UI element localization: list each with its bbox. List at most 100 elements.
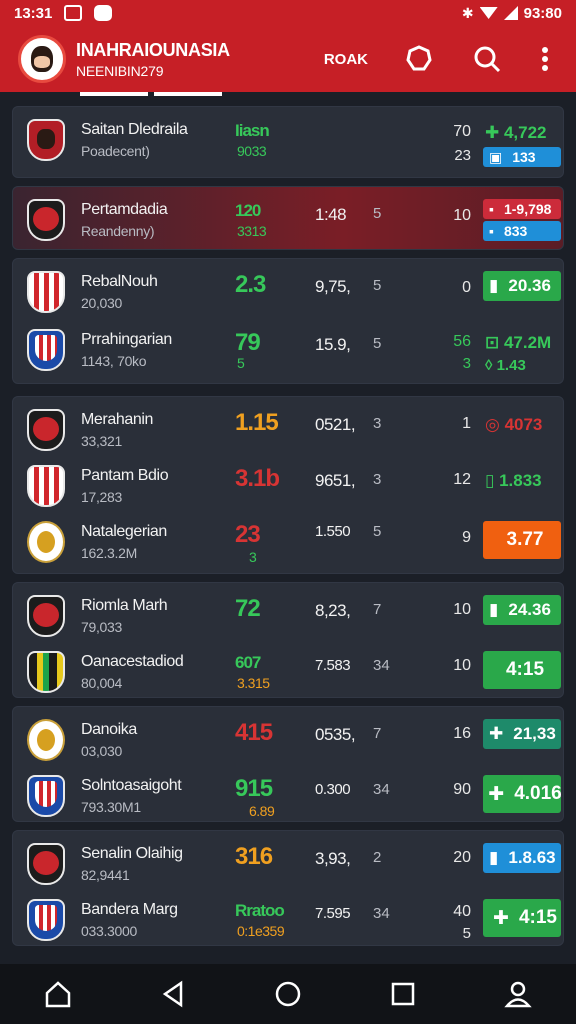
- row-metric-secondary: 7: [373, 725, 382, 742]
- shield-icon[interactable]: [404, 44, 434, 74]
- team-score: 3.1b: [235, 465, 280, 492]
- row-count: 10: [453, 657, 471, 674]
- team-score-secondary: 3313: [237, 223, 267, 239]
- team-crest-icon: [27, 119, 65, 161]
- table-row[interactable]: Merahanin 33,321 1.15 0521, 3 1 ◎ 4073: [13, 397, 563, 453]
- row-count: 10: [453, 207, 471, 224]
- team-sub: 1143, 70ko: [81, 353, 147, 369]
- row-badge: ▮ 1.8.63: [483, 843, 561, 873]
- row-count: 20: [453, 849, 471, 866]
- team-name: Pertamdadia: [81, 201, 168, 218]
- gallery-icon: [64, 5, 83, 21]
- signal-icon: [503, 6, 518, 20]
- table-row[interactable]: Solntoasaigoht 793.30M1 915 6.89 0.300 3…: [13, 763, 563, 821]
- notification-icon: [94, 5, 113, 21]
- recents-icon[interactable]: [389, 980, 417, 1008]
- row-count: 9: [462, 529, 471, 546]
- row-badge-secondary: ▪ 833: [483, 221, 561, 241]
- table-row[interactable]: Danoika 03,030 415 0535, 7 16 ✚ 21,33: [13, 707, 563, 763]
- more-vert-icon[interactable]: [540, 44, 550, 74]
- table-row[interactable]: Prrahingarian 1143, 70ko 79 5 15.9, 5 56…: [13, 317, 563, 383]
- team-sub: 80,004: [81, 675, 123, 691]
- team-name: Bandera Marg: [81, 901, 178, 918]
- team-crest-icon: [27, 465, 65, 507]
- list-card: Saitan Dledraila Poadecent) Iiasn 9033 7…: [12, 106, 564, 178]
- team-crest-icon: [27, 775, 65, 817]
- row-badge: ▪ 1-9,798: [483, 199, 561, 219]
- app-title: INAHRAIOUNASIA: [76, 39, 230, 60]
- row-metric-secondary: 2: [373, 849, 382, 866]
- row-value-secondary: ◊ 1.43: [485, 357, 526, 374]
- back-icon[interactable]: [159, 979, 187, 1009]
- row-metric: 7.595: [315, 905, 351, 922]
- team-score: Rratoo: [235, 901, 285, 920]
- row-count: 40: [453, 903, 471, 920]
- team-crest-icon: [27, 899, 65, 941]
- table-row[interactable]: Bandera Marg 033.3000 Rratoo 0:1e359 7.5…: [13, 887, 563, 945]
- table-row[interactable]: Riomla Marh 79,033 72 8,23, 7 10 ▮ 24.36: [13, 583, 563, 639]
- team-score-secondary: 9033: [237, 143, 267, 159]
- row-count: 10: [453, 601, 471, 618]
- circle-home-icon[interactable]: [273, 979, 303, 1009]
- row-metric-secondary: 5: [373, 335, 382, 352]
- row-metric-secondary: 3: [373, 471, 382, 488]
- list-card: Senalin Olaihig 82,9441 316 3,93, 2 20 ▮…: [12, 830, 564, 946]
- team-score: 915: [235, 775, 273, 802]
- table-row[interactable]: Natalegerian 162.3.2M 23 3 1.550 5 9 3.7…: [13, 509, 563, 573]
- team-score: 607: [235, 653, 261, 672]
- team-sub: 17,283: [81, 489, 123, 505]
- table-row[interactable]: Senalin Olaihig 82,9441 316 3,93, 2 20 ▮…: [13, 831, 563, 887]
- team-score: 316: [235, 843, 273, 870]
- team-score-secondary: 0:1e359: [237, 923, 285, 939]
- app-logo[interactable]: [18, 35, 66, 83]
- home-icon[interactable]: [43, 979, 73, 1009]
- app-bar: INAHRAIOUNASIA NEENIBIN279 ROAK: [0, 26, 576, 92]
- table-row[interactable]: Oanacestadiod 80,004 607 3.315 7.583 34 …: [13, 639, 563, 697]
- list-card-highlighted: Pertamdadia Reandenny) 120 3313 1:48 5 1…: [12, 186, 564, 250]
- list-card: Merahanin 33,321 1.15 0521, 3 1 ◎ 4073 P…: [12, 396, 564, 574]
- row-count: 0: [462, 279, 471, 296]
- table-row[interactable]: Saitan Dledraila Poadecent) Iiasn 9033 7…: [13, 107, 563, 177]
- team-sub: 03,030: [81, 743, 123, 759]
- row-value: ▯ 1.833: [485, 471, 542, 490]
- row-badge: ▣ 133: [483, 147, 561, 167]
- row-metric: 1:48: [315, 205, 347, 224]
- team-name: Pantam Bdio: [81, 467, 169, 484]
- row-count: 12: [453, 471, 471, 488]
- row-metric: 9,75,: [315, 277, 351, 296]
- row-metric-secondary: 5: [373, 523, 382, 540]
- row-badge: ✚ 4:15: [483, 899, 561, 937]
- table-row[interactable]: RebalNouh 20,030 2.3 9,75, 5 0 ▮ 20.36: [13, 259, 563, 317]
- table-row[interactable]: Pertamdadia Reandenny) 120 3313 1:48 5 1…: [13, 187, 563, 249]
- team-sub: 33,321: [81, 433, 123, 449]
- row-metric-secondary: 34: [373, 657, 390, 674]
- tab-indicators: [80, 92, 222, 96]
- team-crest-icon: [27, 329, 65, 371]
- team-crest-icon: [27, 843, 65, 885]
- team-score: Iiasn: [235, 121, 270, 140]
- row-badge: ✚ 21,33: [483, 719, 561, 749]
- row-metric-secondary: 5: [373, 277, 382, 294]
- row-count-secondary: 3: [462, 355, 471, 372]
- table-row[interactable]: Pantam Bdio 17,283 3.1b 9651, 3 12 ▯ 1.8…: [13, 453, 563, 509]
- team-name: Riomla Marh: [81, 597, 168, 614]
- team-name: RebalNouh: [81, 273, 158, 290]
- search-icon[interactable]: [472, 44, 502, 74]
- row-badge: 4:15: [483, 651, 561, 689]
- team-score: 1.15: [235, 409, 279, 436]
- row-value: ⊡ 47.2M: [485, 333, 552, 352]
- row-value: ✚ 4,722: [485, 123, 547, 142]
- team-name: Oanacestadiod: [81, 653, 184, 670]
- row-badge: ▮ 20.36: [483, 271, 561, 301]
- row-metric-secondary: 34: [373, 781, 390, 798]
- profile-icon[interactable]: [503, 979, 533, 1009]
- row-count: 90: [453, 781, 471, 798]
- team-crest-icon: [27, 595, 65, 637]
- roak-button[interactable]: ROAK: [324, 51, 368, 68]
- team-sub: 20,030: [81, 295, 123, 311]
- team-sub: 82,9441: [81, 867, 130, 883]
- list-card: Danoika 03,030 415 0535, 7 16 ✚ 21,33 So…: [12, 706, 564, 822]
- team-score: 72: [235, 595, 261, 622]
- team-score: 120: [235, 201, 261, 220]
- team-crest-icon: [27, 409, 65, 451]
